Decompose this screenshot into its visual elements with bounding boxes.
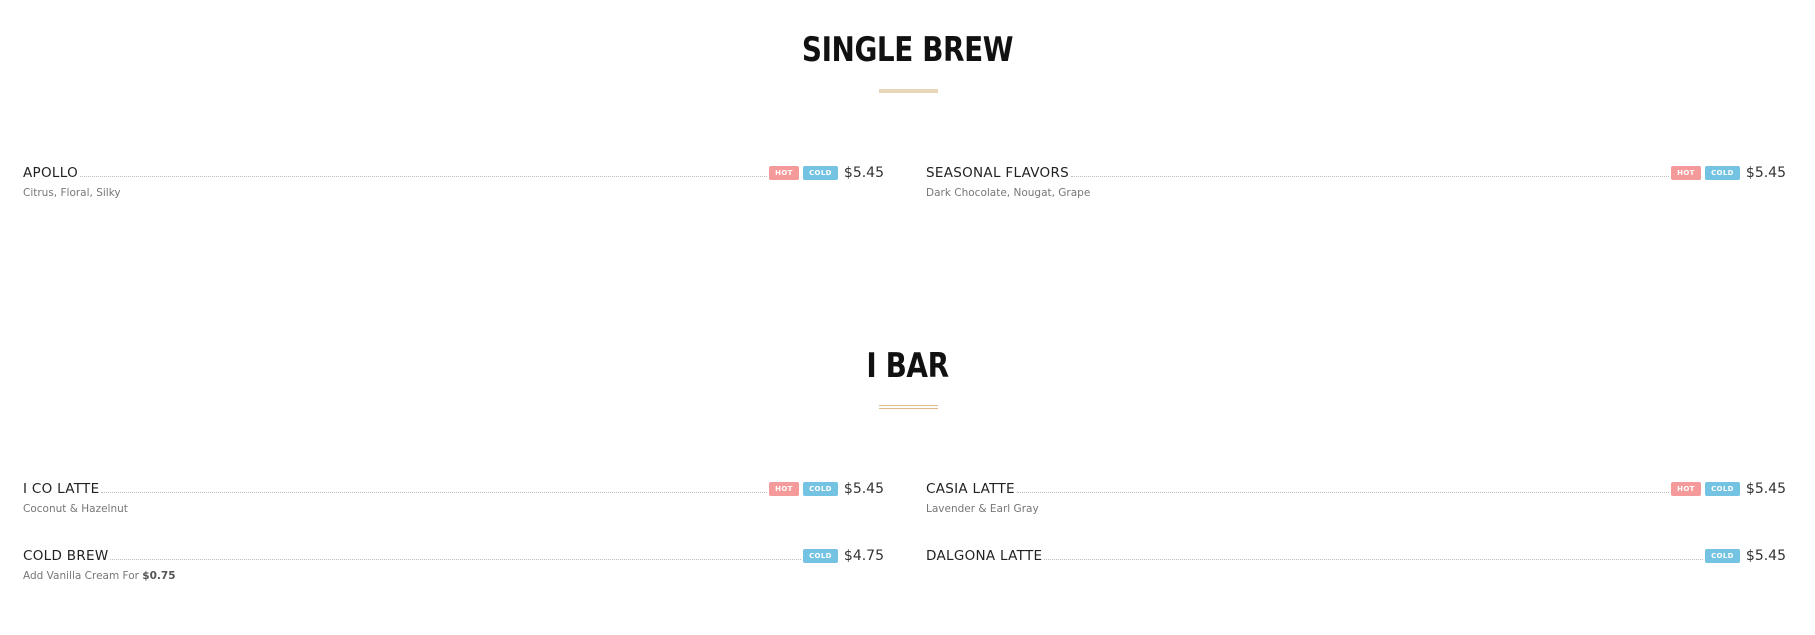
section-divider: [879, 405, 938, 409]
item-name: CASIA LATTE: [926, 481, 1017, 497]
item-price: $4.75: [843, 548, 884, 564]
item-name: COLD BREW: [23, 548, 111, 564]
item-description: Citrus, Floral, Silky: [23, 187, 121, 199]
addon-price: $0.75: [142, 570, 176, 582]
item-name: I CO LATTE: [23, 481, 102, 497]
item-description: Coconut & Hazelnut: [23, 503, 128, 515]
hot-badge: HOT: [768, 482, 799, 496]
leader-dots: [1071, 175, 1669, 177]
item-name: DALGONA LATTE: [926, 548, 1045, 564]
item-description: Lavender & Earl Gray: [926, 503, 1039, 515]
item-description: Add Vanilla Cream For $0.75: [23, 570, 884, 582]
hot-badge: HOT: [1670, 482, 1701, 496]
hot-badge: HOT: [768, 166, 799, 180]
leader-dots: [110, 558, 801, 560]
item-description-text: Add Vanilla Cream For: [23, 570, 143, 582]
menu-item-i-co-latte[interactable]: I CO LATTE HOT COLD $5.45 Coconut & Haze…: [23, 475, 884, 515]
section-divider: [879, 89, 938, 93]
cold-badge: COLD: [1704, 549, 1740, 563]
item-price: $5.45: [1745, 165, 1786, 181]
cold-badge: COLD: [802, 482, 838, 496]
cold-badge: COLD: [802, 549, 838, 563]
item-description: Dark Chocolate, Nougat, Grape: [926, 187, 1091, 199]
leader-dots: [1044, 558, 1703, 560]
item-price: $5.45: [1745, 481, 1786, 497]
item-name: APOLLO: [23, 165, 80, 181]
item-price: $5.45: [1745, 548, 1786, 564]
cold-badge: COLD: [802, 166, 838, 180]
menu-item-cold-brew[interactable]: COLD BREW COLD $4.75 Add Vanilla Cream F…: [23, 542, 884, 582]
menu-item-casia-latte[interactable]: CASIA LATTE HOT COLD $5.45 Lavender & Ea…: [926, 475, 1786, 515]
hot-badge: HOT: [1670, 166, 1701, 180]
menu-item-apollo[interactable]: APOLLO HOT COLD $5.45 Citrus, Floral, Si…: [23, 159, 884, 199]
leader-dots: [1016, 491, 1669, 493]
cold-badge: COLD: [1704, 482, 1740, 496]
cold-badge: COLD: [1704, 166, 1740, 180]
section-title: SINGLE BREW: [801, 30, 1014, 70]
item-name: SEASONAL FLAVORS: [926, 165, 1072, 181]
menu-item-seasonal-flavors[interactable]: SEASONAL FLAVORS HOT COLD $5.45 Dark Cho…: [926, 159, 1786, 199]
item-price: $5.45: [843, 165, 884, 181]
item-price: $5.45: [843, 481, 884, 497]
leader-dots: [101, 491, 767, 493]
leader-dots: [80, 175, 767, 177]
section-title: I BAR: [866, 346, 949, 386]
menu-item-dalgona-latte[interactable]: DALGONA LATTE COLD $5.45: [926, 542, 1786, 582]
